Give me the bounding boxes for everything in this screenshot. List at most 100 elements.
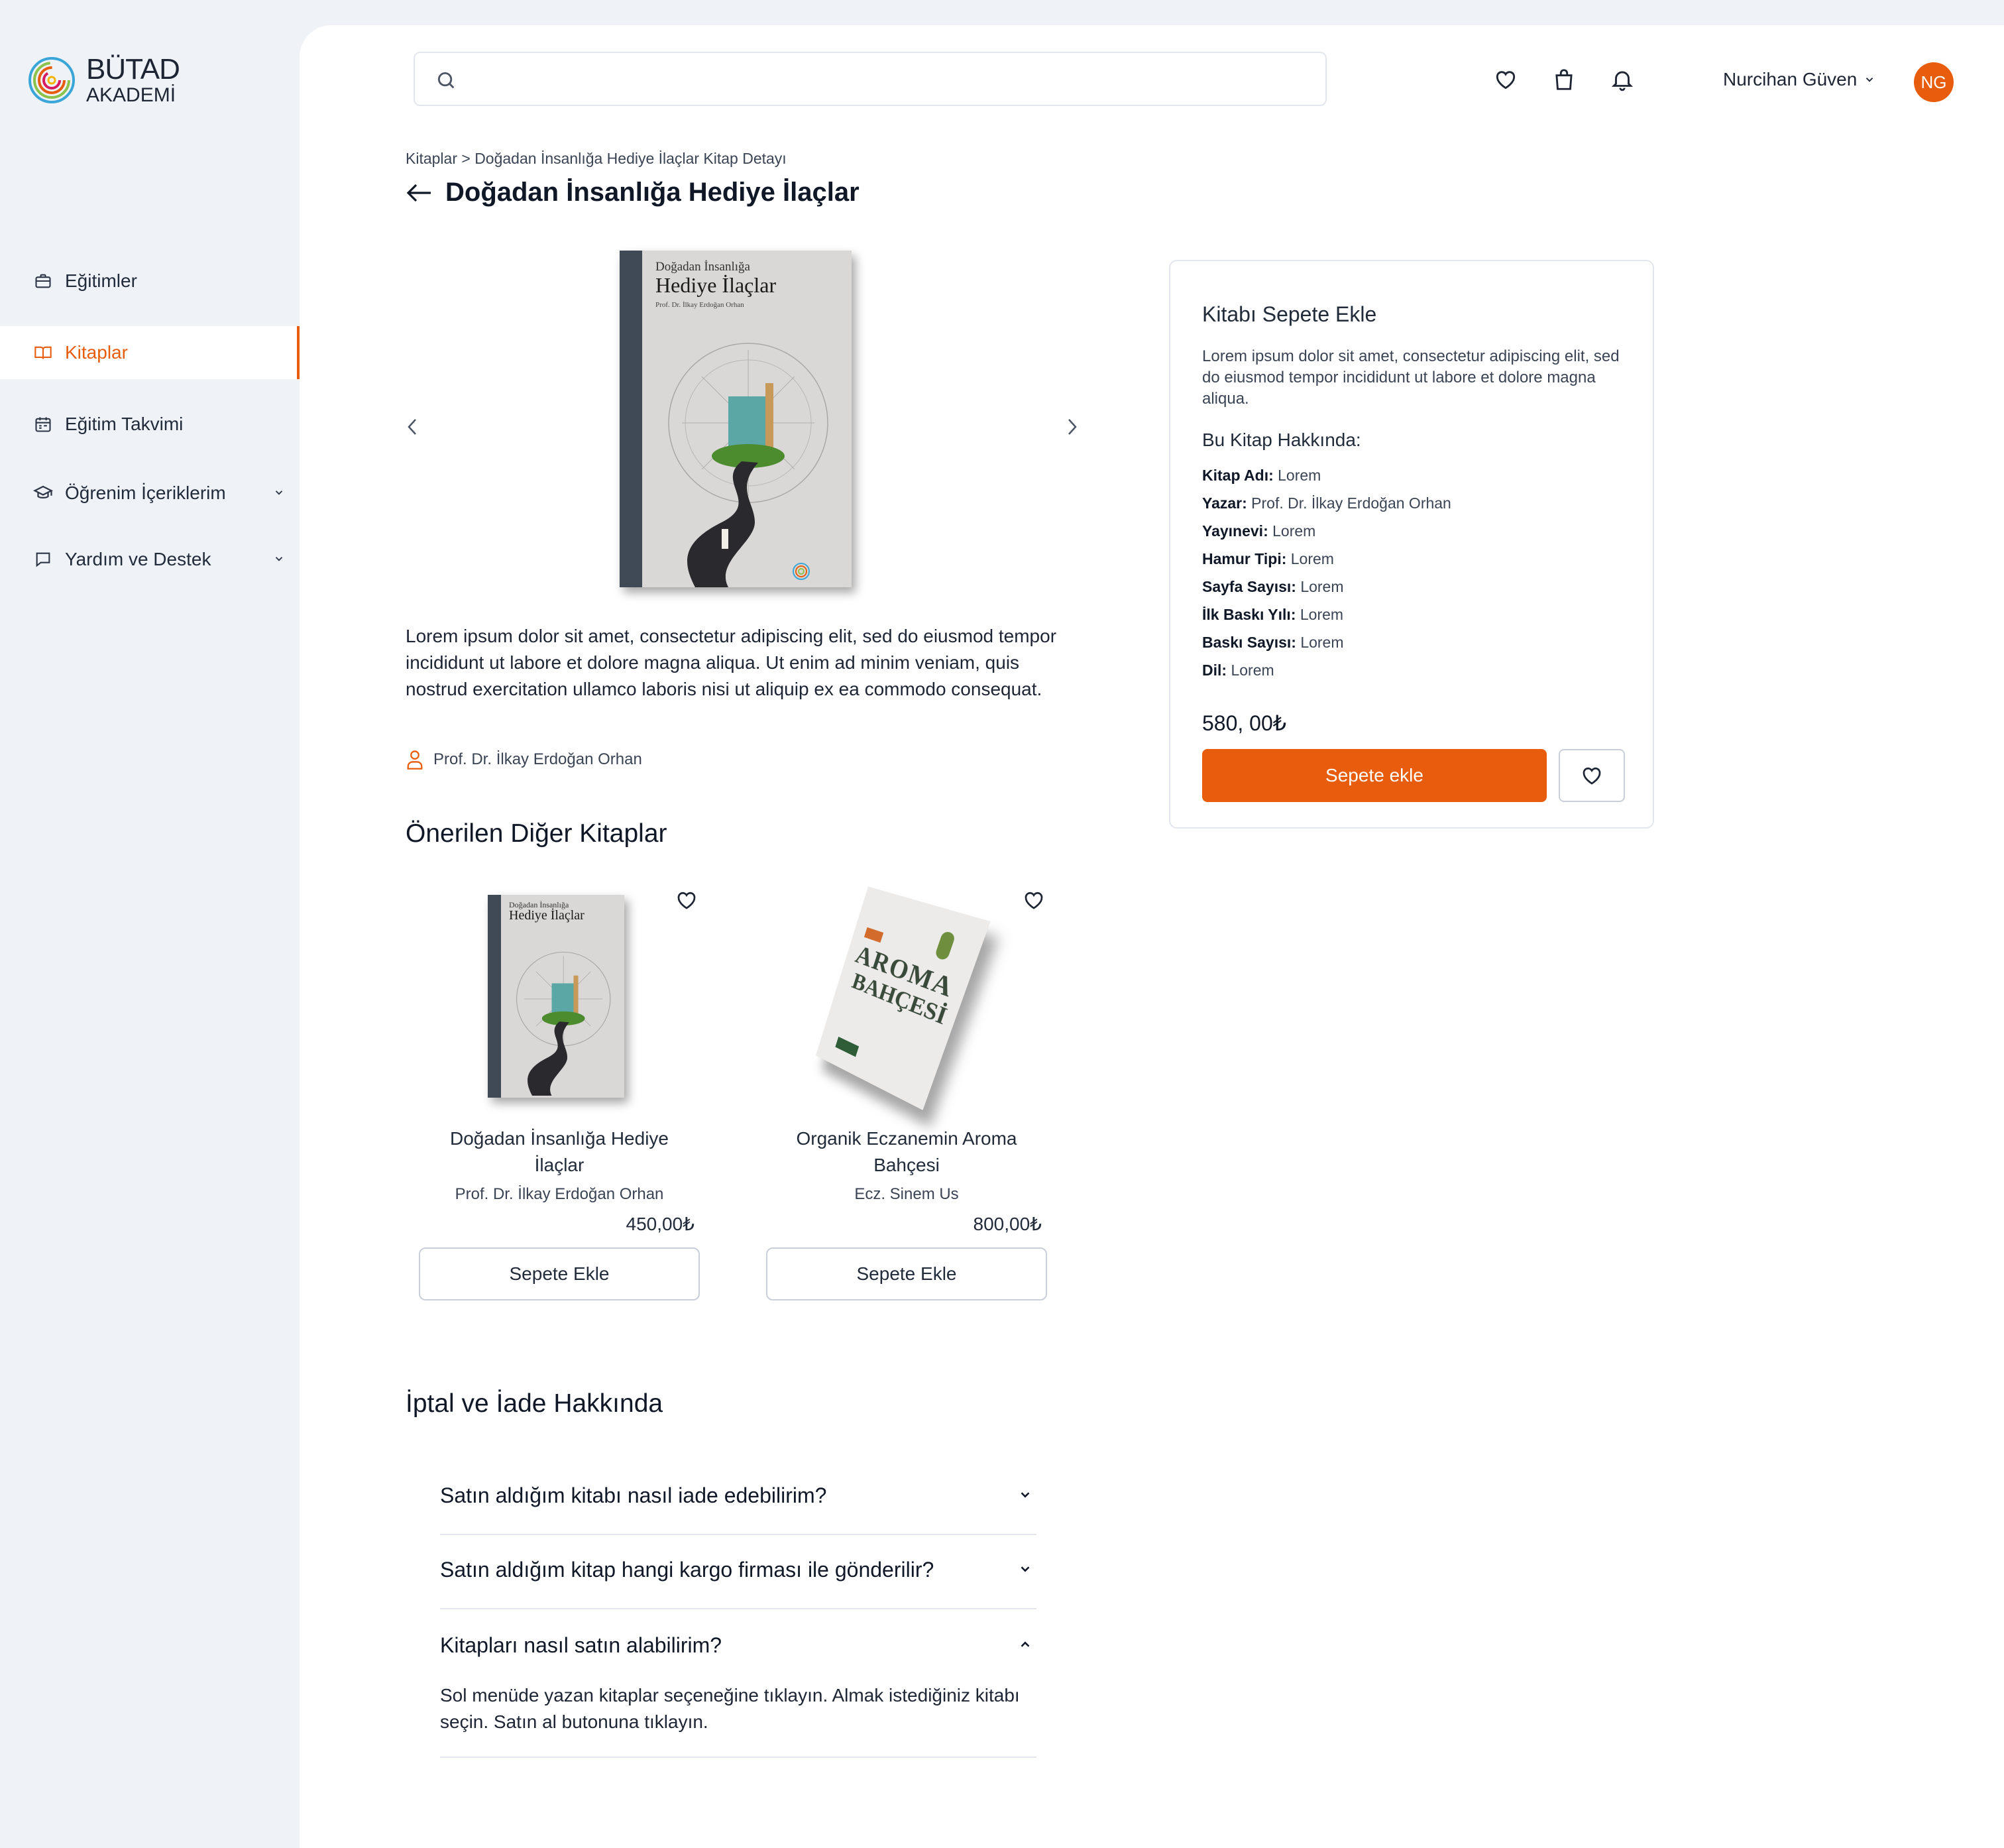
chevron-up-icon[interactable] [1014,1633,1036,1656]
bell-icon [1611,71,1634,91]
favorites-button[interactable] [1491,65,1520,94]
cover-subtitle: Doğadan İnsanlığa [655,260,750,274]
spec-row: Yayınevi: Lorem [1202,522,1315,540]
favorite-button[interactable] [1019,886,1048,915]
logo-swirl-icon [28,57,75,103]
recommended-title: Önerilen Diğer Kitaplar [406,819,667,848]
sidebar-item-egitimler[interactable]: Eğitimler [0,255,300,308]
chevron-right-icon [1068,419,1077,435]
cover-author: Prof. Dr. İlkay Erdoğan Orhan [655,301,744,309]
faq-answer: Sol menüde yazan kitaplar seçeneğine tık… [440,1685,1020,1732]
brand-subtitle: AKADEMİ [86,84,176,106]
faq-question[interactable]: Satın aldığım kitap hangi kargo firması … [440,1558,934,1582]
spec-label: Hamur Tipi: [1202,550,1287,567]
carousel-next-button[interactable] [1059,414,1086,440]
recommended-book-card[interactable]: Doğadan İnsanlığa Hediye İlaçlar Doğadan… [419,886,700,1303]
heart-icon [1025,892,1043,909]
sidebar-item-ogrenim-iceriklerim[interactable]: Öğrenim İçeriklerim [0,467,300,520]
book-title[interactable]: Doğadan İnsanlığa Hediye İlaçlar [447,1126,672,1179]
cover-illustration [516,951,611,1096]
cover-title: Hediye İlaçlar [655,273,777,297]
book-author: Ecz. Sinem Us [854,1185,959,1203]
sidebar-item-yardim-ve-destek[interactable]: Yardım ve Destek [0,533,300,586]
sidebar-item-label: Eğitimler [65,270,137,291]
favorite-button[interactable] [672,886,701,915]
user-menu[interactable]: Nurcihan Güven [1723,69,1875,90]
chat-bubble-icon [33,549,53,569]
spec-label: Baskı Sayısı: [1202,634,1296,651]
book-description: Lorem ipsum dolor sit amet, consectetur … [406,626,1057,699]
spec-label: Kitap Adı: [1202,467,1274,484]
heart-icon [1496,71,1516,89]
spec-value: Prof. Dr. İlkay Erdoğan Orhan [1251,494,1451,512]
faq-item[interactable]: Kitapları nasıl satın alabilirim? Sol me… [440,1609,1036,1758]
avatar[interactable]: NG [1914,62,1954,102]
spec-row: Sayfa Sayısı: Lorem [1202,578,1344,596]
search-input[interactable] [471,53,1315,106]
spec-row: Yazar: Prof. Dr. İlkay Erdoğan Orhan [1202,494,1451,512]
add-to-cart-button[interactable]: Sepete Ekle [419,1247,700,1300]
heart-icon [1583,767,1601,785]
book-title[interactable]: Organik Eczanemin Aroma Bahçesi [794,1126,1019,1179]
faq-question[interactable]: Satın aldığım kitabı nasıl iade edebilir… [440,1483,826,1508]
spec-value: Lorem [1300,578,1344,595]
recommended-book-card[interactable]: AROMA BAHÇESİ Organik Eczanemin Aroma Ba… [766,886,1047,1303]
faq-question[interactable]: Kitapları nasıl satın alabilirim? [440,1633,722,1658]
book-price: 800,00₺ [973,1214,1042,1234]
chevron-down-icon[interactable] [270,484,288,501]
spec-value: Lorem [1231,662,1274,679]
graduation-cap-icon [33,483,53,503]
faq-item[interactable]: Satın aldığım kitap hangi kargo firması … [440,1535,1036,1609]
chevron-down-icon[interactable] [1014,1483,1036,1506]
spec-row: Baskı Sayısı: Lorem [1202,634,1344,652]
spec-row: Kitap Adı: Lorem [1202,467,1321,485]
buy-card-description: Lorem ipsum dolor sit amet, consectetur … [1202,347,1620,408]
chevron-down-icon[interactable] [1014,1558,1036,1580]
spec-row: Hamur Tipi: Lorem [1202,550,1334,568]
publisher-logo-icon [793,563,810,580]
heart-icon [677,892,696,909]
spec-label: Dil: [1202,662,1227,679]
author-name[interactable]: Prof. Dr. İlkay Erdoğan Orhan [433,750,642,769]
sidebar-item-label: Öğrenim İçeriklerim [65,483,226,503]
page-title-row: Doğadan İnsanlığa Hediye İlaçlar [406,178,860,207]
faq-title: İptal ve İade Hakkında [406,1389,663,1418]
chevron-left-icon [408,419,416,435]
page-title: Doğadan İnsanlığa Hediye İlaçlar [445,178,860,207]
brand-logo[interactable]: BÜTAD AKADEMİ [28,52,200,109]
book-author: Prof. Dr. İlkay Erdoğan Orhan [406,749,642,770]
book-thumbnail[interactable]: Doğadan İnsanlığa Hediye İlaçlar [488,895,624,1098]
add-to-cart-button[interactable]: Sepete ekle [1202,749,1547,802]
breadcrumb[interactable]: Kitaplar > Doğadan İnsanlığa Hediye İlaç… [406,150,787,168]
sidebar-item-kitaplar[interactable]: Kitaplar [0,326,300,379]
add-to-cart-button[interactable]: Sepete Ekle [766,1247,1047,1300]
carousel-prev-button[interactable] [399,414,425,440]
chevron-down-icon[interactable] [270,550,288,567]
brand-name: BÜTAD [86,53,180,86]
spec-value: Lorem [1290,550,1334,567]
back-arrow-icon[interactable] [406,183,432,203]
favorite-button[interactable] [1559,749,1625,802]
book-price: 450,00₺ [626,1214,695,1234]
notifications-button[interactable] [1608,65,1637,94]
cart-button[interactable] [1549,65,1579,94]
cover-title: Hediye İlaçlar [509,908,584,923]
sidebar-item-label: Kitaplar [65,342,128,363]
spec-value: Lorem [1300,634,1344,651]
spec-value: Lorem [1272,522,1316,540]
sidebar-item-label: Eğitim Takvimi [65,414,184,434]
search-bar[interactable] [414,52,1327,106]
book-cover-image: Doğadan İnsanlığa Hediye İlaçlar Prof. D… [620,251,852,587]
sidebar-item-label: Yardım ve Destek [65,549,211,569]
spec-value: Lorem [1278,467,1321,484]
book-thumbnail[interactable]: AROMA BAHÇESİ [816,886,991,1110]
book-author: Prof. Dr. İlkay Erdoğan Orhan [455,1185,664,1203]
spec-label: Yazar: [1202,494,1247,512]
spec-label: Sayfa Sayısı: [1202,578,1296,595]
cover-illustration [668,343,828,587]
chevron-down-icon [1864,74,1875,86]
spec-row: Dil: Lorem [1202,662,1274,679]
faq-item[interactable]: Satın aldığım kitabı nasıl iade edebilir… [440,1469,1036,1535]
buy-card-title: Kitabı Sepete Ekle [1202,302,1377,326]
sidebar-item-egitim-takvimi[interactable]: Eğitim Takvimi [0,398,300,451]
